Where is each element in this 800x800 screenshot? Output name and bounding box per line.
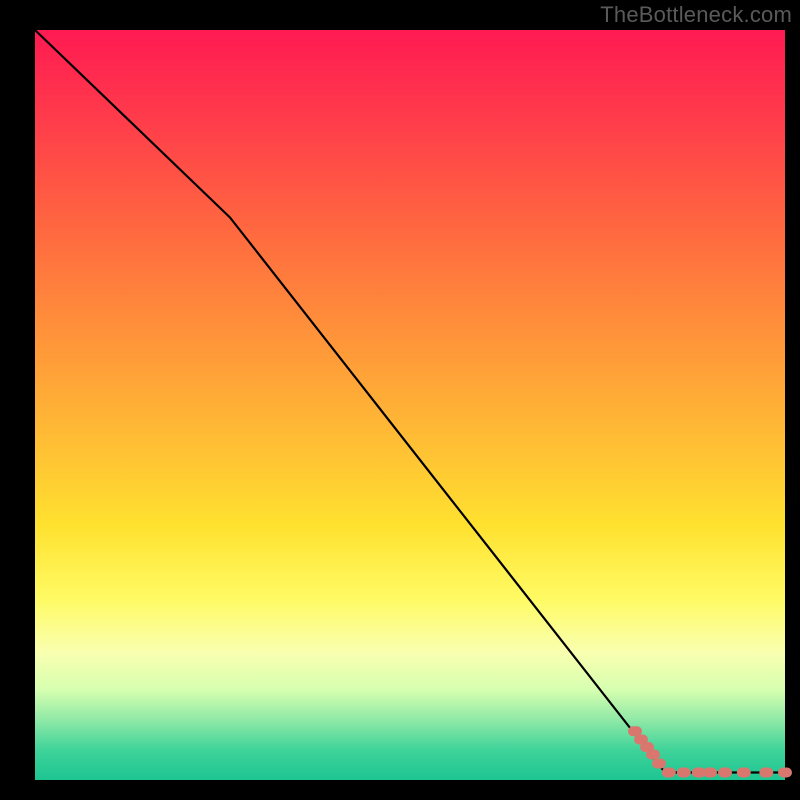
marker-point bbox=[662, 768, 676, 778]
marker-point bbox=[737, 768, 751, 778]
marker-point bbox=[703, 768, 717, 778]
marker-point bbox=[677, 768, 691, 778]
marker-point bbox=[759, 768, 773, 778]
marker-point bbox=[718, 768, 732, 778]
marker-point bbox=[778, 768, 792, 778]
curve-line bbox=[35, 30, 785, 773]
watermark-text: TheBottleneck.com bbox=[600, 2, 792, 28]
plot-overlay bbox=[35, 30, 785, 780]
marker-point bbox=[652, 759, 666, 769]
curve-markers bbox=[628, 726, 792, 777]
marker-point bbox=[646, 750, 660, 760]
chart-frame: TheBottleneck.com bbox=[0, 0, 800, 800]
